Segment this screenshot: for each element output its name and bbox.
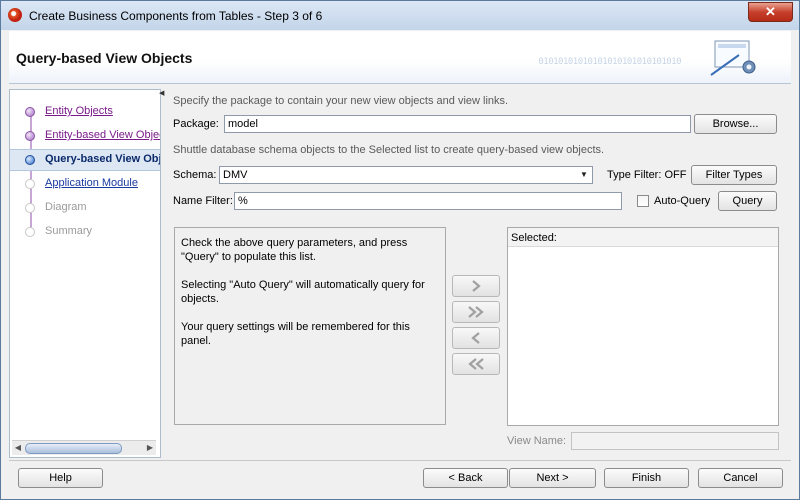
name-filter-input[interactable]: % bbox=[234, 192, 622, 210]
package-input[interactable]: model bbox=[224, 115, 691, 133]
chevron-right-icon bbox=[472, 280, 481, 292]
steps-sidebar: Entity Objects Entity-based View Objects… bbox=[9, 89, 161, 458]
available-message: Check the above query parameters, and pr… bbox=[181, 237, 408, 263]
name-filter-label: Name Filter: bbox=[173, 195, 233, 207]
finish-button[interactable]: Finish bbox=[604, 468, 689, 488]
window-title: Create Business Components from Tables -… bbox=[29, 9, 323, 23]
close-button[interactable]: ✕ bbox=[748, 2, 793, 22]
help-button[interactable]: Help bbox=[18, 468, 103, 488]
step-label: Query-based View Objects bbox=[45, 153, 160, 165]
step-label: Entity Objects bbox=[45, 105, 113, 117]
remove-all-button[interactable] bbox=[452, 353, 500, 375]
auto-query-label: Auto-Query bbox=[654, 195, 711, 207]
step-label: Application Module bbox=[45, 177, 138, 189]
shuttle-hint: Shuttle database schema objects to the S… bbox=[173, 144, 605, 156]
oracle-app-icon bbox=[8, 8, 22, 22]
remove-selected-button[interactable] bbox=[452, 327, 500, 349]
schema-value: DMV bbox=[223, 169, 248, 181]
selected-list-header: Selected: bbox=[508, 228, 778, 247]
double-chevron-left-icon bbox=[468, 358, 484, 370]
step-entity-objects[interactable]: Entity Objects bbox=[10, 102, 160, 122]
scroll-right-icon[interactable]: ▶ bbox=[145, 442, 155, 454]
query-button[interactable]: Query bbox=[718, 191, 777, 211]
pending-step-icon bbox=[25, 203, 35, 213]
next-button[interactable]: Next > bbox=[509, 468, 596, 488]
package-hint: Specify the package to contain your new … bbox=[173, 95, 509, 107]
type-filter-status: Type Filter: OFF bbox=[607, 169, 687, 181]
step-application-module[interactable]: Application Module bbox=[10, 174, 160, 194]
auto-query-checkbox[interactable] bbox=[637, 195, 649, 207]
browse-button[interactable]: Browse... bbox=[694, 114, 777, 134]
binary-watermark: 01010101010101010101010101010 bbox=[538, 57, 681, 67]
wizard-gear-icon bbox=[710, 40, 756, 76]
cancel-button[interactable]: Cancel bbox=[698, 468, 783, 488]
current-step-icon bbox=[25, 155, 35, 165]
view-name-input[interactable] bbox=[571, 432, 779, 450]
step-query-based-view-objects[interactable]: Query-based View Objects bbox=[10, 149, 160, 171]
wizard-content: Specify the package to contain your new … bbox=[164, 89, 790, 456]
sidebar-horizontal-scrollbar[interactable]: ◀ ▶ bbox=[12, 440, 156, 455]
step-entity-based-view-objects[interactable]: Entity-based View Objects bbox=[10, 126, 160, 146]
footer-divider bbox=[9, 460, 791, 461]
visited-step-icon bbox=[25, 131, 35, 141]
pending-step-icon bbox=[25, 227, 35, 237]
step-diagram: Diagram bbox=[10, 198, 160, 218]
available-message: Selecting "Auto Query" will automaticall… bbox=[181, 279, 425, 305]
filter-types-button[interactable]: Filter Types bbox=[691, 165, 777, 185]
scroll-left-icon[interactable]: ◀ bbox=[13, 442, 23, 454]
wizard-header: Query-based View Objects 010101010101010… bbox=[9, 31, 791, 84]
view-name-label: View Name: bbox=[507, 435, 567, 447]
page-title: Query-based View Objects bbox=[16, 50, 193, 66]
title-bar: Create Business Components from Tables -… bbox=[1, 1, 799, 30]
move-selected-button[interactable] bbox=[452, 275, 500, 297]
package-label: Package: bbox=[173, 118, 219, 130]
visited-step-icon bbox=[25, 107, 35, 117]
step-label: Summary bbox=[45, 225, 93, 237]
move-all-button[interactable] bbox=[452, 301, 500, 323]
available-message: Your query settings will be remembered f… bbox=[181, 321, 410, 347]
step-label: Entity-based View Objects bbox=[45, 129, 160, 141]
schema-label: Schema: bbox=[173, 169, 217, 181]
back-button[interactable]: < Back bbox=[423, 468, 508, 488]
pending-step-icon bbox=[25, 179, 35, 189]
available-list[interactable]: Check the above query parameters, and pr… bbox=[174, 227, 446, 425]
schema-select[interactable]: DMV ▼ bbox=[219, 166, 593, 184]
selected-list[interactable]: Selected: bbox=[507, 227, 779, 426]
step-label: Diagram bbox=[45, 201, 87, 213]
double-chevron-right-icon bbox=[468, 306, 484, 318]
scrollbar-thumb[interactable] bbox=[25, 443, 122, 454]
dropdown-arrow-icon: ▼ bbox=[580, 170, 588, 179]
step-summary: Summary bbox=[10, 222, 160, 242]
chevron-left-icon bbox=[471, 332, 480, 344]
wizard-window: Create Business Components from Tables -… bbox=[0, 0, 800, 500]
